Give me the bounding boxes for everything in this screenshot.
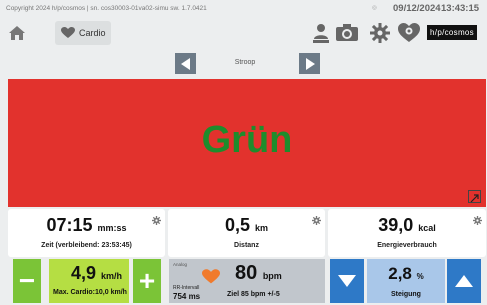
mode-label: Stroop [234, 59, 256, 66]
incline-unit: % [416, 272, 424, 281]
energy-unit: kcal [418, 223, 436, 233]
incline-value: 2,8 [388, 264, 412, 283]
stroop-display: Grün [8, 79, 486, 207]
status-indicator-icon: ◎ [372, 5, 377, 11]
energy-panel[interactable]: 39,0 kcal Energieverbrauch [328, 209, 486, 257]
heart-settings-icon[interactable] [396, 22, 422, 44]
speed-display: 4,9 km/h Max. Cardio:10,0 km/h [49, 259, 129, 303]
heart-rate-target: Ziel 85 bpm +/-5 [227, 291, 280, 298]
distance-unit: km [255, 223, 269, 233]
mode-selector: Stroop [0, 50, 487, 78]
distance-label: Distanz [234, 242, 259, 249]
time-value: 07:15 [46, 215, 93, 235]
user-icon[interactable] [310, 22, 332, 44]
speed-unit: km/h [101, 271, 123, 281]
date-display: 09/12/2024 [393, 3, 441, 14]
time-display: 13:43:15 [441, 3, 480, 14]
settings-gear-icon[interactable] [368, 22, 392, 44]
arrow-down-icon [338, 275, 356, 287]
speed-value: 4,9 [71, 263, 97, 283]
time-unit: mm:ss [97, 223, 127, 233]
heart-icon [61, 27, 75, 38]
speed-plus-button[interactable]: + [133, 259, 161, 303]
cardio-button-label: Cardio [79, 28, 106, 38]
speed-minus-button[interactable]: − [13, 259, 41, 303]
distance-panel[interactable]: 0,5 km Distanz [168, 209, 325, 257]
incline-display: 2,8 % Steigung [367, 259, 445, 303]
energy-label: Energieverbrauch [377, 242, 437, 249]
status-bar: Copyright 2024 h/p/cosmos | sn. cos30003… [0, 0, 487, 17]
arrow-left-icon [180, 57, 190, 70]
heart-rate-value: 80 [235, 262, 258, 284]
rr-interval-label: RR-Intervall [173, 285, 200, 291]
camera-icon[interactable] [334, 22, 360, 44]
top-nav: Cardio h/p/cosmos [0, 17, 487, 49]
cardio-mode-button[interactable]: Cardio [55, 21, 111, 45]
distance-value: 0,5 [224, 215, 250, 235]
heart-rate-panel[interactable]: Analog RR-Intervall 754 ms 80 bpm Ziel 8… [169, 259, 325, 303]
mode-prev-button[interactable] [175, 53, 196, 74]
incline-up-button[interactable] [447, 259, 481, 303]
heart-rate-unit: bpm [262, 271, 282, 281]
mode-next-button[interactable] [299, 53, 320, 74]
arrow-right-icon [305, 57, 315, 70]
resize-icon[interactable] [468, 190, 481, 203]
home-icon[interactable] [8, 24, 26, 42]
stroop-word: Grün [201, 119, 293, 161]
arrow-up-icon [455, 275, 473, 287]
time-label: Zeit (verbleibend: 23:53:45) [41, 242, 132, 249]
rr-interval-value: 754 ms [173, 292, 201, 301]
time-panel[interactable]: 07:15 mm:ss Zeit (verbleibend: 23:53:45) [8, 209, 165, 257]
incline-down-button[interactable] [330, 259, 364, 303]
incline-label: Steigung [391, 291, 421, 298]
speed-max-label: Max. Cardio:10,0 km/h [53, 289, 127, 296]
analog-label: Analog [173, 262, 188, 267]
copyright-text: Copyright 2024 h/p/cosmos | sn. cos30003… [6, 5, 207, 12]
heart-icon [202, 269, 220, 290]
energy-value: 39,0 [378, 215, 414, 235]
hpcosmos-logo: h/p/cosmos [427, 25, 477, 40]
